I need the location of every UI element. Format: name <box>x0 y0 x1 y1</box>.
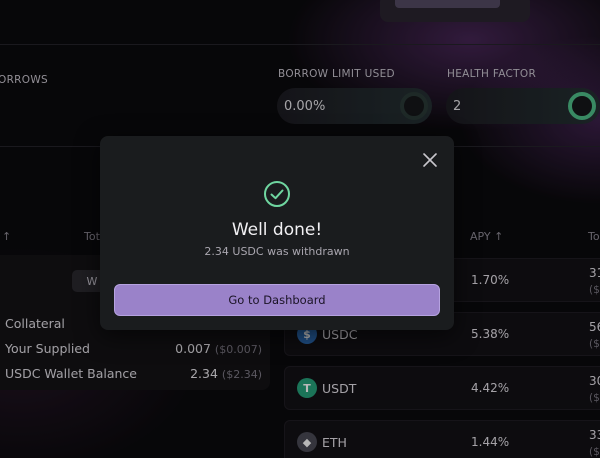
modal-subtitle: 2.34 USDC was withdrawn <box>204 245 350 258</box>
success-check-icon <box>263 180 291 208</box>
success-modal: Well done! 2.34 USDC was withdrawn Go to… <box>100 136 454 330</box>
go-to-dashboard-button[interactable]: Go to Dashboard <box>114 284 440 316</box>
close-icon[interactable] <box>420 150 440 170</box>
modal-title: Well done! <box>231 220 323 240</box>
